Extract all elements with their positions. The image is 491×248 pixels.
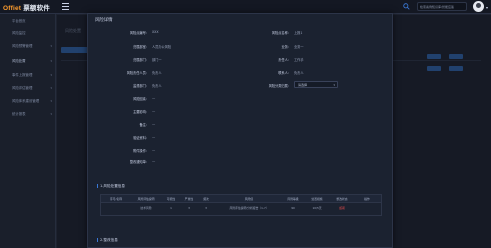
sidebar: 平台首页 风险监控 风险预警管理 ▾ 风险处置 ▾ 事件上报管理 ▾ 风险评估管理 ▾ … bbox=[0, 14, 56, 248]
section-title: 1.风险处置信息 bbox=[97, 184, 125, 189]
field-label: 整改通知单： bbox=[129, 160, 149, 164]
field-value: 人员办公风险 bbox=[152, 45, 172, 49]
chevron-down-icon: ▾ bbox=[50, 59, 52, 63]
chevron-down-icon[interactable]: ▾ bbox=[486, 5, 488, 10]
field-value: 负责人 bbox=[152, 71, 162, 75]
chevron-down-icon: ▾ bbox=[50, 112, 52, 116]
field-label: 主要影响： bbox=[133, 110, 149, 114]
sidebar-item-label: 风险预警管理 bbox=[12, 44, 33, 48]
logo-brand: Offiet bbox=[3, 5, 22, 12]
table-cell: 3 bbox=[205, 206, 207, 210]
sidebar-item-label: 风险处置 bbox=[12, 59, 26, 63]
top-bar: Offiet 票额软件 检索案例知识库/智能应答 ▾ bbox=[0, 0, 491, 14]
sidebar-item-assessment[interactable]: 风险评估管理 ▾ bbox=[0, 83, 56, 93]
status-badge: 超期 bbox=[339, 206, 345, 210]
table-cell: 3 bbox=[188, 206, 190, 210]
table-header-cell: 操作 bbox=[364, 197, 370, 201]
field-value: 工作手 bbox=[294, 58, 304, 62]
table-header-cell: 风险等级 bbox=[287, 197, 299, 201]
sidebar-item-label: 平台首页 bbox=[12, 19, 26, 23]
field-label: 联系人： bbox=[278, 71, 291, 75]
logo-name: 票额软件 bbox=[23, 5, 50, 12]
avatar[interactable] bbox=[473, 1, 484, 12]
table-cell: 90 bbox=[291, 206, 295, 210]
table-header-cell: 整改状态 bbox=[336, 197, 348, 201]
table-header-cell: 严重性 bbox=[184, 197, 194, 201]
field-value: XXX bbox=[152, 30, 159, 34]
field-value: — bbox=[152, 159, 156, 163]
table-header: 序号/名称 风险评估说明 可能性 严重性 频次 风险值 风险等级 处置措施 整改… bbox=[101, 195, 381, 203]
field-value: 负责人 bbox=[294, 71, 304, 75]
category-select[interactable]: 请选择 ▾ bbox=[294, 81, 338, 88]
sidebar-item-label: 事件上报管理 bbox=[12, 73, 33, 77]
sidebar-item-disposal[interactable]: 风险处置 ▾ bbox=[0, 56, 56, 66]
chevron-down-icon: ▾ bbox=[50, 86, 52, 90]
table-header-cell: 频次 bbox=[203, 197, 209, 201]
table-header-cell: 序号/名称 bbox=[109, 197, 123, 201]
risk-detail-modal: 风险详情 风险点编号： XXX 归属部室： 人员办公风险 归属部门： 部门一 风… bbox=[87, 13, 393, 248]
field-value: 部门一 bbox=[152, 58, 162, 62]
field-label: 风险因素： bbox=[133, 97, 149, 101]
sidebar-item-system[interactable]: 风险体系建设管理 ▾ bbox=[0, 96, 56, 106]
field-value: — bbox=[152, 135, 156, 139]
table-cell: 10/5天 bbox=[312, 206, 322, 210]
sidebar-item-label: 风险评估管理 bbox=[12, 86, 33, 90]
table-header-cell: 风险值 bbox=[244, 197, 254, 201]
chevron-down-icon: ▾ bbox=[333, 83, 335, 87]
field-value: — bbox=[152, 122, 156, 126]
sidebar-item-monitor[interactable]: 风险监控 bbox=[0, 28, 56, 38]
app-logo[interactable]: Offiet 票额软件 bbox=[3, 2, 50, 12]
field-label: 附件操作： bbox=[133, 149, 149, 153]
field-label: 风险分类归属： bbox=[268, 84, 291, 88]
table-header-cell: 可能性 bbox=[166, 197, 176, 201]
search-input[interactable]: 检索案例知识库/智能应答 bbox=[417, 2, 467, 11]
section-title: 2.整改信息 bbox=[97, 238, 118, 243]
sidebar-item-report[interactable]: 事件上报管理 ▾ bbox=[0, 70, 56, 80]
field-value: — bbox=[152, 96, 156, 100]
chevron-down-icon: ▾ bbox=[50, 73, 52, 77]
sidebar-item-label: 风险体系建设管理 bbox=[12, 99, 40, 103]
field-label: 监督部门： bbox=[133, 84, 149, 88]
field-label: 风险点编号： bbox=[129, 31, 149, 35]
search-icon[interactable] bbox=[403, 3, 410, 10]
field-label: 风险责任人员： bbox=[126, 71, 149, 75]
field-label: 业务： bbox=[281, 45, 291, 49]
sidebar-item-label: 统计报表 bbox=[12, 112, 26, 116]
field-label: 归属部门： bbox=[133, 58, 149, 62]
field-value: 负责人 bbox=[152, 84, 162, 88]
disposal-table: 序号/名称 风险评估说明 可能性 严重性 频次 风险值 风险等级 处置措施 整改… bbox=[100, 194, 382, 216]
field-label: 验证资料： bbox=[133, 136, 149, 140]
chevron-down-icon: ▾ bbox=[50, 44, 52, 48]
sidebar-item-warning[interactable]: 风险预警管理 ▾ bbox=[0, 41, 56, 51]
field-label: 风险点名称： bbox=[271, 31, 291, 35]
field-value: 业务一 bbox=[294, 45, 304, 49]
sidebar-item-home[interactable]: 平台首页 bbox=[0, 16, 56, 26]
field-label: 备注： bbox=[139, 123, 149, 127]
chevron-down-icon: ▾ bbox=[50, 99, 52, 103]
table-cell: 风险评估说明/分析报告（1-7） bbox=[229, 206, 269, 210]
modal-title: 风险详情 bbox=[95, 18, 113, 23]
sidebar-item-label: 风险监控 bbox=[12, 31, 26, 35]
sidebar-item-stats[interactable]: 统计报表 ▾ bbox=[0, 109, 56, 119]
field-label: 责任人： bbox=[278, 58, 291, 62]
field-value: 上报1 bbox=[294, 31, 303, 35]
field-label: 归属部室： bbox=[133, 45, 149, 49]
field-value: — bbox=[152, 148, 156, 152]
table-header-cell: 风险评估说明 bbox=[137, 197, 155, 201]
menu-toggle-icon[interactable] bbox=[62, 3, 69, 10]
table-header-cell: 处置措施 bbox=[311, 197, 323, 201]
field-value: — bbox=[152, 109, 156, 113]
select-value: 请选择 bbox=[298, 83, 308, 87]
table-cell: 1 bbox=[170, 206, 172, 210]
table-cell: 技术风险 bbox=[140, 206, 152, 210]
